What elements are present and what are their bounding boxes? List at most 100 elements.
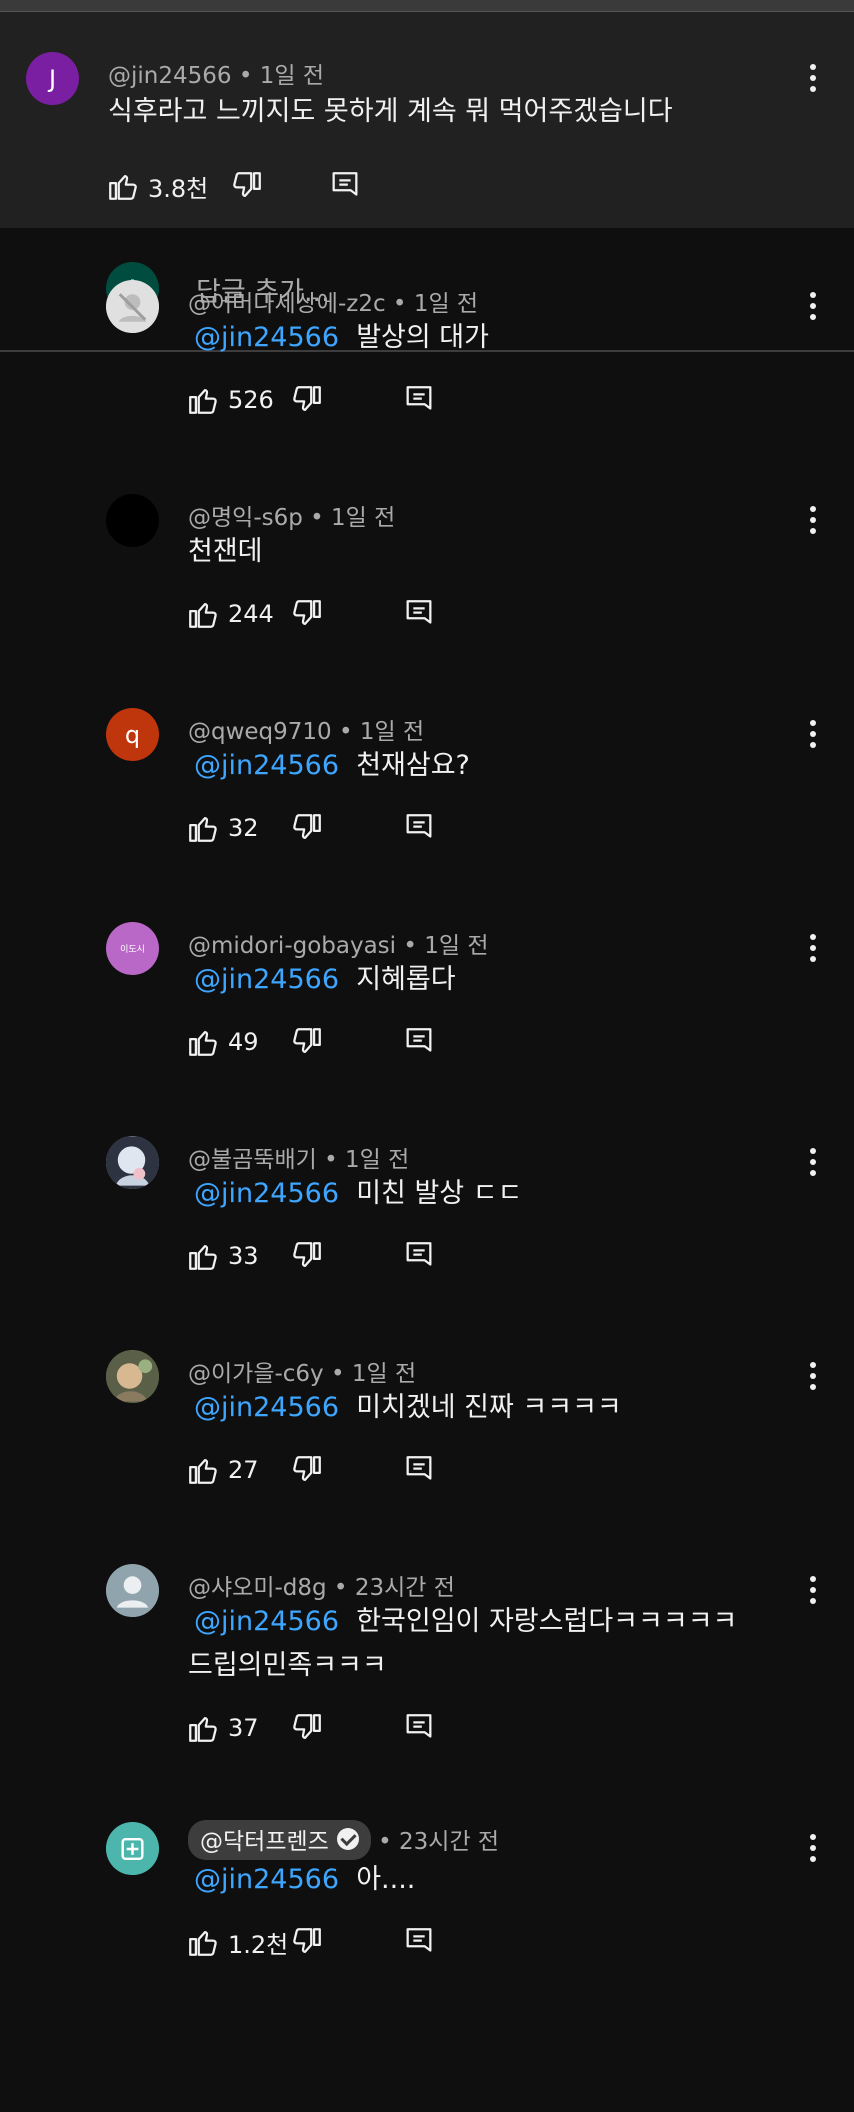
comment-body: 미친 발상 ㄷㄷ: [356, 1178, 523, 1209]
dislike-icon[interactable]: [290, 1925, 324, 1959]
dislike-icon[interactable]: [230, 169, 264, 203]
comment-actions: 1.2천: [186, 1924, 436, 1960]
parent-comment: J @jin24566 • 1일 전 식후라고 느끼지도 못하게 계속 뭐 먹어…: [0, 12, 854, 228]
avatar[interactable]: [106, 280, 159, 333]
mention-link[interactable]: @jin24566: [194, 1864, 339, 1895]
comment-time: 23시간 전: [399, 1829, 500, 1855]
mention-link[interactable]: @jin24566: [194, 322, 339, 353]
reply-comment: @어머나세상에-z2c • 1일 전 @jin24566 발상의 대가 526: [0, 280, 854, 494]
comment-time: 1일 전: [259, 63, 324, 89]
comment-time: 1일 전: [359, 719, 425, 745]
comment-meta: @닥터프렌즈 • 23시간 전: [188, 1820, 499, 1860]
like-icon[interactable]: [186, 1239, 220, 1273]
mention-link[interactable]: @jin24566: [194, 1392, 339, 1423]
more-options-icon[interactable]: [810, 292, 816, 325]
avatar[interactable]: [106, 494, 159, 547]
reply-icon[interactable]: [402, 383, 436, 417]
reply-comment: q @qweq9710 • 1일 전 @jin24566 천재삼요? 32: [0, 708, 854, 922]
comment-text: @jin24566 발상의 대가: [194, 316, 489, 360]
like-icon[interactable]: [106, 169, 140, 203]
mention-link[interactable]: @jin24566: [194, 1178, 339, 1209]
like-icon[interactable]: [186, 1925, 220, 1959]
comment-actions: 37: [186, 1710, 436, 1746]
reply-comment: @불곰뚝배기 • 1일 전 @jin24566 미친 발상 ㄷㄷ 33: [0, 1136, 854, 1350]
mention-link[interactable]: @jin24566: [194, 1606, 339, 1637]
avatar-letter: J: [48, 64, 57, 93]
author-name[interactable]: @qweq9710: [188, 719, 332, 745]
dislike-icon[interactable]: [290, 1025, 324, 1059]
like-icon[interactable]: [186, 597, 220, 631]
reply-icon[interactable]: [402, 811, 436, 845]
comment-text: @jin24566 한국인임이 자랑스럽다ㅋㅋㅋㅋㅋ: [194, 1600, 737, 1644]
avatar[interactable]: 이도시: [106, 922, 159, 975]
like-icon[interactable]: [186, 1711, 220, 1745]
more-options-icon[interactable]: [810, 1576, 816, 1609]
like-count: 1.2천: [228, 1930, 289, 1959]
reply-icon[interactable]: [402, 1239, 436, 1273]
like-icon[interactable]: [186, 811, 220, 845]
more-options-icon[interactable]: [810, 720, 816, 753]
dislike-icon[interactable]: [290, 1453, 324, 1487]
reply-comment: @닥터프렌즈 • 23시간 전 @jin24566 아.... 1.2천: [0, 1820, 854, 2036]
comment-text: @jin24566 천재삼요?: [194, 744, 470, 788]
reply-icon[interactable]: [402, 1925, 436, 1959]
more-options-icon[interactable]: [810, 1148, 816, 1181]
more-options-icon[interactable]: [810, 1834, 816, 1867]
comment-actions: 32: [186, 810, 436, 846]
dislike-icon[interactable]: [290, 597, 324, 631]
like-count: 32: [228, 814, 259, 842]
comment-meta: @이가을-c6y • 1일 전: [188, 1361, 417, 1387]
author-name[interactable]: @이가을-c6y: [188, 1361, 324, 1387]
more-options-icon[interactable]: [810, 1362, 816, 1395]
verified-icon: [336, 1828, 359, 1850]
comment-meta: @qweq9710 • 1일 전: [188, 719, 425, 745]
author-name[interactable]: @어머나세상에-z2c: [188, 291, 386, 317]
avatar[interactable]: q: [106, 708, 159, 761]
avatar[interactable]: [106, 1350, 159, 1403]
like-count: 37: [228, 1714, 259, 1742]
like-icon[interactable]: [186, 1025, 220, 1059]
avatar[interactable]: [106, 1136, 159, 1189]
reply-icon[interactable]: [402, 1453, 436, 1487]
avatar[interactable]: [106, 1564, 159, 1617]
reply-comment: @샤오미-d8g • 23시간 전 @jin24566 한국인임이 자랑스럽다ㅋㅋ…: [0, 1564, 854, 1822]
more-options-icon[interactable]: [810, 64, 816, 97]
author-name[interactable]: @불곰뚝배기: [188, 1147, 317, 1173]
mention-link[interactable]: @jin24566: [194, 750, 339, 781]
reply-comment: 이도시 @midori-gobayasi • 1일 전 @jin24566 지혜롭다…: [0, 922, 854, 1136]
reply-icon[interactable]: [402, 1025, 436, 1059]
author-name: @닥터프렌즈: [200, 1829, 329, 1855]
comment-meta: @불곰뚝배기 • 1일 전: [188, 1147, 410, 1173]
channel-badge[interactable]: @닥터프렌즈: [188, 1820, 371, 1860]
like-icon[interactable]: [186, 383, 220, 417]
reply-icon[interactable]: [402, 597, 436, 631]
comment-text: 식후라고 느끼지도 못하게 계속 뭐 먹어주겠습니다: [108, 96, 673, 127]
avatar-letter: q: [124, 720, 141, 749]
more-options-icon[interactable]: [810, 506, 816, 539]
comment-text: @jin24566 아....: [194, 1858, 415, 1902]
comment-time: 1일 전: [351, 1361, 417, 1387]
reply-icon[interactable]: [402, 1711, 436, 1745]
comment-text-line2: 드립의민족ㅋㅋㅋ: [188, 1650, 387, 1681]
comment-time: 1일 전: [345, 1147, 410, 1173]
author-name[interactable]: @midori-gobayasi: [188, 933, 396, 959]
author-name[interactable]: @jin24566: [108, 63, 232, 89]
like-count: 49: [228, 1028, 259, 1056]
comment-body: 발상의 대가: [356, 322, 489, 353]
author-name[interactable]: @명익-s6p: [188, 505, 303, 531]
dislike-icon[interactable]: [290, 383, 324, 417]
comment-time: 1일 전: [413, 291, 479, 317]
avatar[interactable]: J: [26, 52, 79, 105]
author-name[interactable]: @샤오미-d8g: [188, 1575, 327, 1601]
dislike-icon[interactable]: [290, 1711, 324, 1745]
comment-actions: 33: [186, 1238, 436, 1274]
reply-icon[interactable]: [328, 169, 362, 203]
comment-time: 23시간 전: [354, 1575, 455, 1601]
dislike-icon[interactable]: [290, 1239, 324, 1273]
like-icon[interactable]: [186, 1453, 220, 1487]
reply-comment: @명익-s6p • 1일 전 천잰데 244: [0, 494, 854, 708]
dislike-icon[interactable]: [290, 811, 324, 845]
mention-link[interactable]: @jin24566: [194, 964, 339, 995]
more-options-icon[interactable]: [810, 934, 816, 967]
avatar[interactable]: [106, 1822, 159, 1875]
